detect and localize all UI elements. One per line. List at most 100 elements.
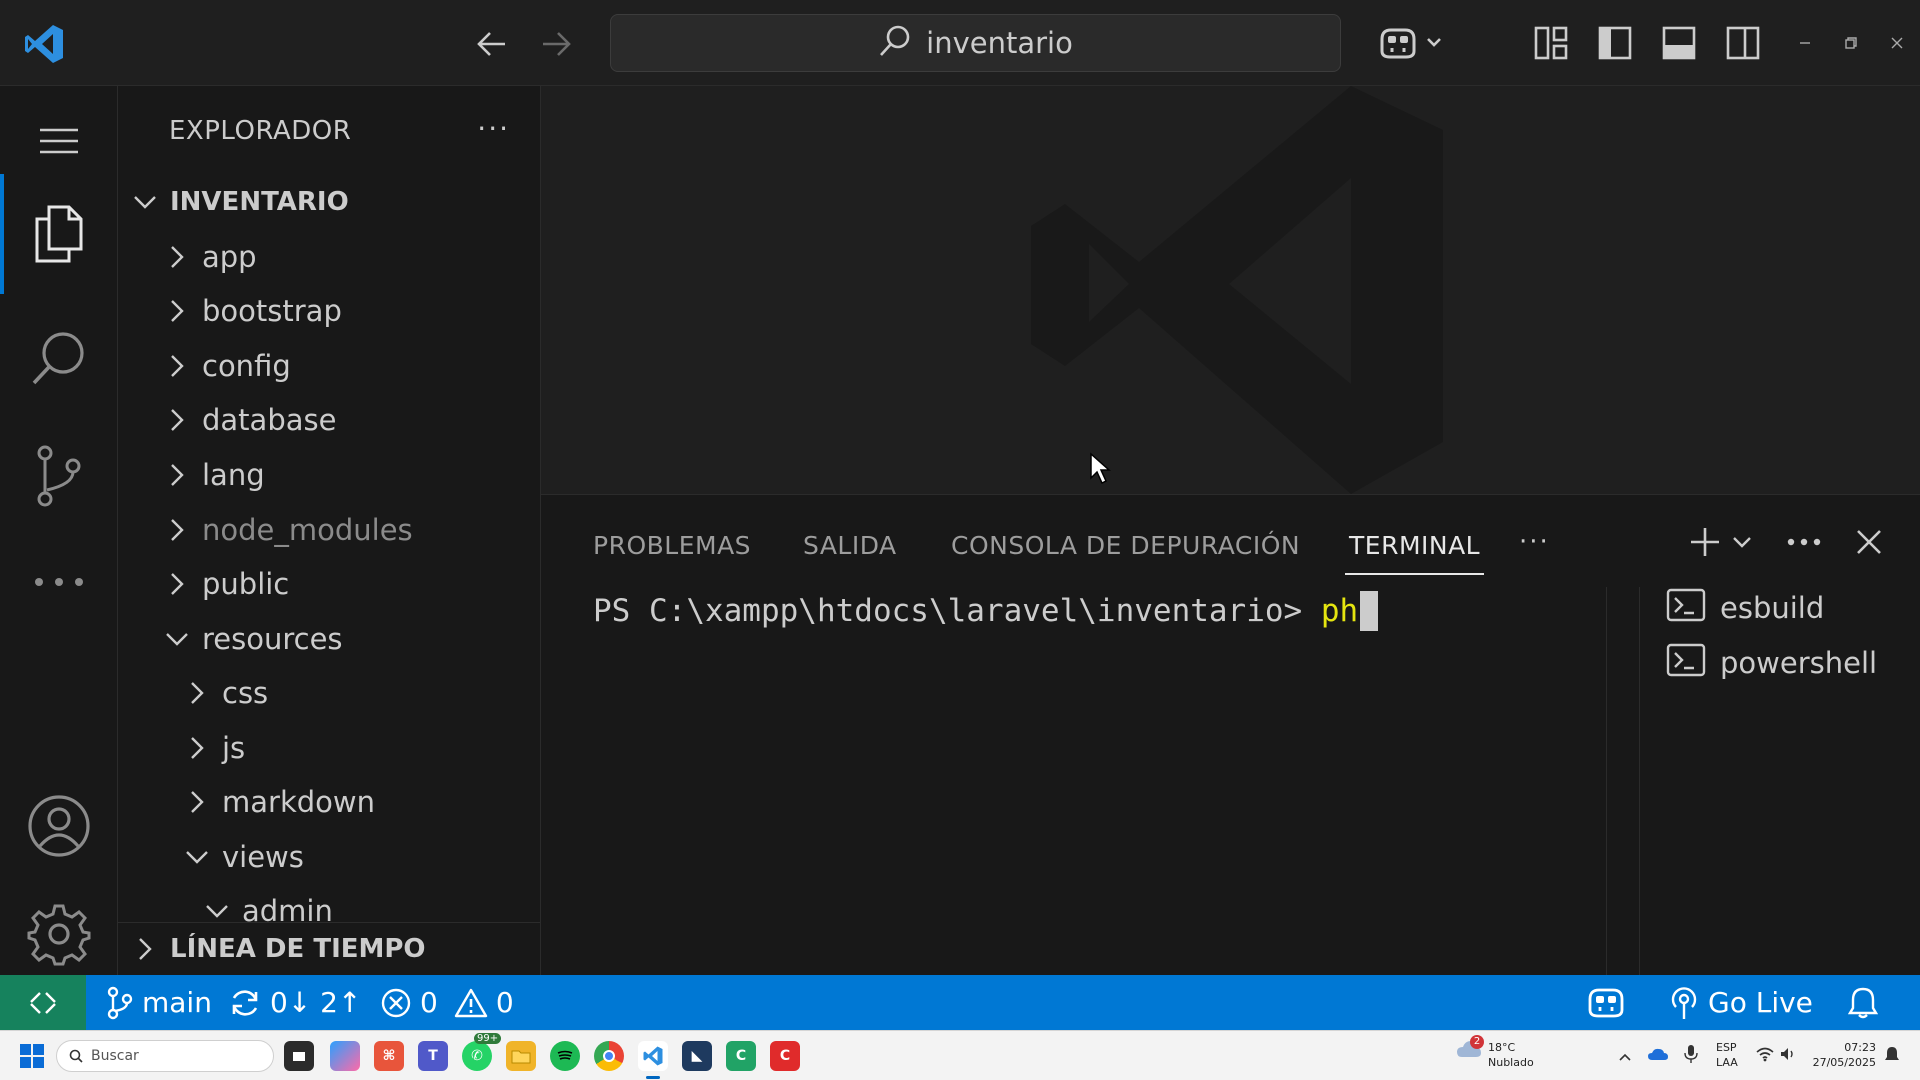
chevron-right-icon <box>162 296 192 326</box>
terminal-instance-label: powershell <box>1720 646 1878 680</box>
activity-bar <box>0 86 118 975</box>
error-count: 0 <box>420 986 438 1019</box>
windows-start-icon[interactable] <box>20 1044 44 1072</box>
timeline-section[interactable]: LÍNEA DE TIEMPO <box>118 922 540 975</box>
search-activity-icon[interactable] <box>0 298 118 418</box>
terminal-instance-esbuild[interactable]: esbuild <box>1666 583 1906 633</box>
recorder-app-icon[interactable]: C <box>770 1041 800 1071</box>
tree-item-js[interactable]: js <box>118 721 540 775</box>
volume-icon[interactable] <box>1780 1046 1796 1066</box>
tab-terminal[interactable]: TERMINAL <box>1344 525 1485 575</box>
new-terminal-icon[interactable] <box>1685 519 1725 565</box>
tree-item-css[interactable]: css <box>118 666 540 720</box>
tree-item-database[interactable]: database <box>118 393 540 447</box>
go-live-label: Go Live <box>1708 986 1813 1019</box>
toggle-primary-sidebar-icon[interactable] <box>1592 20 1638 66</box>
back-arrow-icon[interactable] <box>472 22 512 66</box>
close-panel-icon[interactable] <box>1849 519 1889 565</box>
chrome-app-icon[interactable] <box>594 1041 624 1071</box>
explorer-files-icon[interactable] <box>0 174 118 294</box>
settings-gear-icon[interactable] <box>0 884 118 984</box>
task-view-icon[interactable] <box>284 1041 314 1071</box>
wifi-icon[interactable] <box>1756 1046 1774 1066</box>
accounts-icon[interactable] <box>0 766 118 886</box>
remote-indicator-button[interactable] <box>0 975 86 1030</box>
broadcast-icon <box>1671 986 1697 1019</box>
vscode-taskbar-icon[interactable] <box>638 1041 668 1071</box>
taskbar-search-box[interactable]: Buscar <box>56 1040 274 1072</box>
more-views-icon[interactable] <box>0 532 118 632</box>
toggle-secondary-sidebar-icon[interactable] <box>1720 20 1766 66</box>
tree-item-label: views <box>222 840 304 874</box>
problems-status[interactable]: 0 0 <box>380 975 514 1030</box>
chevron-down-icon <box>130 187 160 217</box>
tree-item-label: app <box>202 240 257 274</box>
search-icon <box>878 24 912 62</box>
panel-tabs-more-button[interactable]: ··· <box>1519 519 1550 565</box>
tab-problemas[interactable]: PROBLEMAS <box>593 525 751 565</box>
explorer-more-actions-button[interactable]: ··· <box>477 112 510 145</box>
weather-temp: 18°C <box>1488 1041 1516 1054</box>
whatsapp-app-icon[interactable]: ✆ <box>462 1041 492 1071</box>
taskbar-search-placeholder: Buscar <box>91 1048 139 1064</box>
chevron-right-icon <box>182 678 212 708</box>
spotify-app-icon[interactable] <box>550 1041 580 1071</box>
copilot-status-icon[interactable] <box>1586 975 1626 1030</box>
tab-salida[interactable]: SALIDA <box>803 525 897 565</box>
tab-consola-depuracion[interactable]: CONSOLA DE DEPURACIÓN <box>951 525 1300 565</box>
copilot-menu-button[interactable] <box>1372 20 1452 66</box>
chevron-right-icon <box>162 405 192 435</box>
tray-overflow-chevron-up-icon[interactable] <box>1618 1047 1632 1066</box>
tree-item-config[interactable]: config <box>118 339 540 393</box>
go-live-button[interactable]: Go Live <box>1668 975 1813 1030</box>
terminal-tabs-divider[interactable] <box>1639 587 1640 976</box>
terminal-more-actions-icon[interactable] <box>1781 519 1827 565</box>
tree-item-label: js <box>222 731 246 765</box>
branch-status[interactable]: main <box>106 975 212 1030</box>
tree-item-public[interactable]: public <box>118 557 540 611</box>
tree-item-resources[interactable]: resources <box>118 612 540 666</box>
toggle-panel-icon[interactable] <box>1656 20 1702 66</box>
tree-item-markdown[interactable]: markdown <box>118 775 540 829</box>
source-control-icon[interactable] <box>0 416 118 536</box>
tree-item-app[interactable]: app <box>118 230 540 284</box>
notifications-bell-icon[interactable] <box>1848 975 1878 1030</box>
tree-item-lang[interactable]: lang <box>118 448 540 502</box>
tree-item-label: node_modules <box>202 513 413 547</box>
copilot-app-icon[interactable] <box>330 1041 360 1071</box>
mysql-workbench-app-icon[interactable]: ◣ <box>682 1041 712 1071</box>
terminal-instance-powershell[interactable]: powershell <box>1666 638 1906 688</box>
vscode-logo-icon[interactable] <box>22 22 66 66</box>
tree-item-bootstrap[interactable]: bootstrap <box>118 284 540 338</box>
weather-widget[interactable]: 2 <box>1456 1035 1484 1063</box>
minimize-icon[interactable] <box>1790 30 1820 56</box>
workspace-root-folder[interactable]: INVENTARIO <box>118 177 540 227</box>
restore-icon[interactable] <box>1836 30 1866 56</box>
language-code[interactable]: ESP <box>1716 1041 1737 1055</box>
terminal-profiles-chevron-down-icon[interactable] <box>1727 519 1757 565</box>
workspace-root-label: INVENTARIO <box>170 187 349 217</box>
teams-app-icon[interactable]: T <box>418 1041 448 1071</box>
terminal-prompt-line[interactable]: PS C:\xampp\htdocs\laravel\inventario> p… <box>593 591 1379 631</box>
clock-time[interactable]: 07:23 <box>1816 1041 1876 1055</box>
terminal-cursor <box>1360 591 1379 631</box>
windows-taskbar: Buscar ⌘ T ✆ 99+ ◣ C C 2 18°C Nublado ES… <box>0 1030 1920 1080</box>
sync-status[interactable]: 0↓ 2↑ <box>228 975 361 1030</box>
postman-app-icon[interactable]: ⌘ <box>374 1041 404 1071</box>
tree-item-node-modules[interactable]: node_modules <box>118 503 540 557</box>
command-center-search[interactable]: inventario <box>610 14 1341 72</box>
tree-item-views[interactable]: views <box>118 830 540 884</box>
onedrive-icon[interactable] <box>1648 1046 1668 1065</box>
close-window-icon[interactable] <box>1882 30 1912 56</box>
editor-area[interactable] <box>541 86 1920 494</box>
microphone-icon[interactable] <box>1684 1044 1698 1068</box>
camtasia-app-icon[interactable]: C <box>726 1041 756 1071</box>
customize-layout-icon[interactable] <box>1528 20 1574 66</box>
forward-arrow-icon[interactable] <box>536 22 576 66</box>
terminal-scrollbar[interactable] <box>1606 587 1638 976</box>
tree-item-label: database <box>202 403 337 437</box>
sync-counts: 0↓ 2↑ <box>270 986 362 1019</box>
notification-center-icon[interactable] <box>1884 1046 1900 1068</box>
file-explorer-app-icon[interactable] <box>506 1041 536 1071</box>
terminal-prompt: PS C:\xampp\htdocs\laravel\inventario> <box>593 593 1321 629</box>
